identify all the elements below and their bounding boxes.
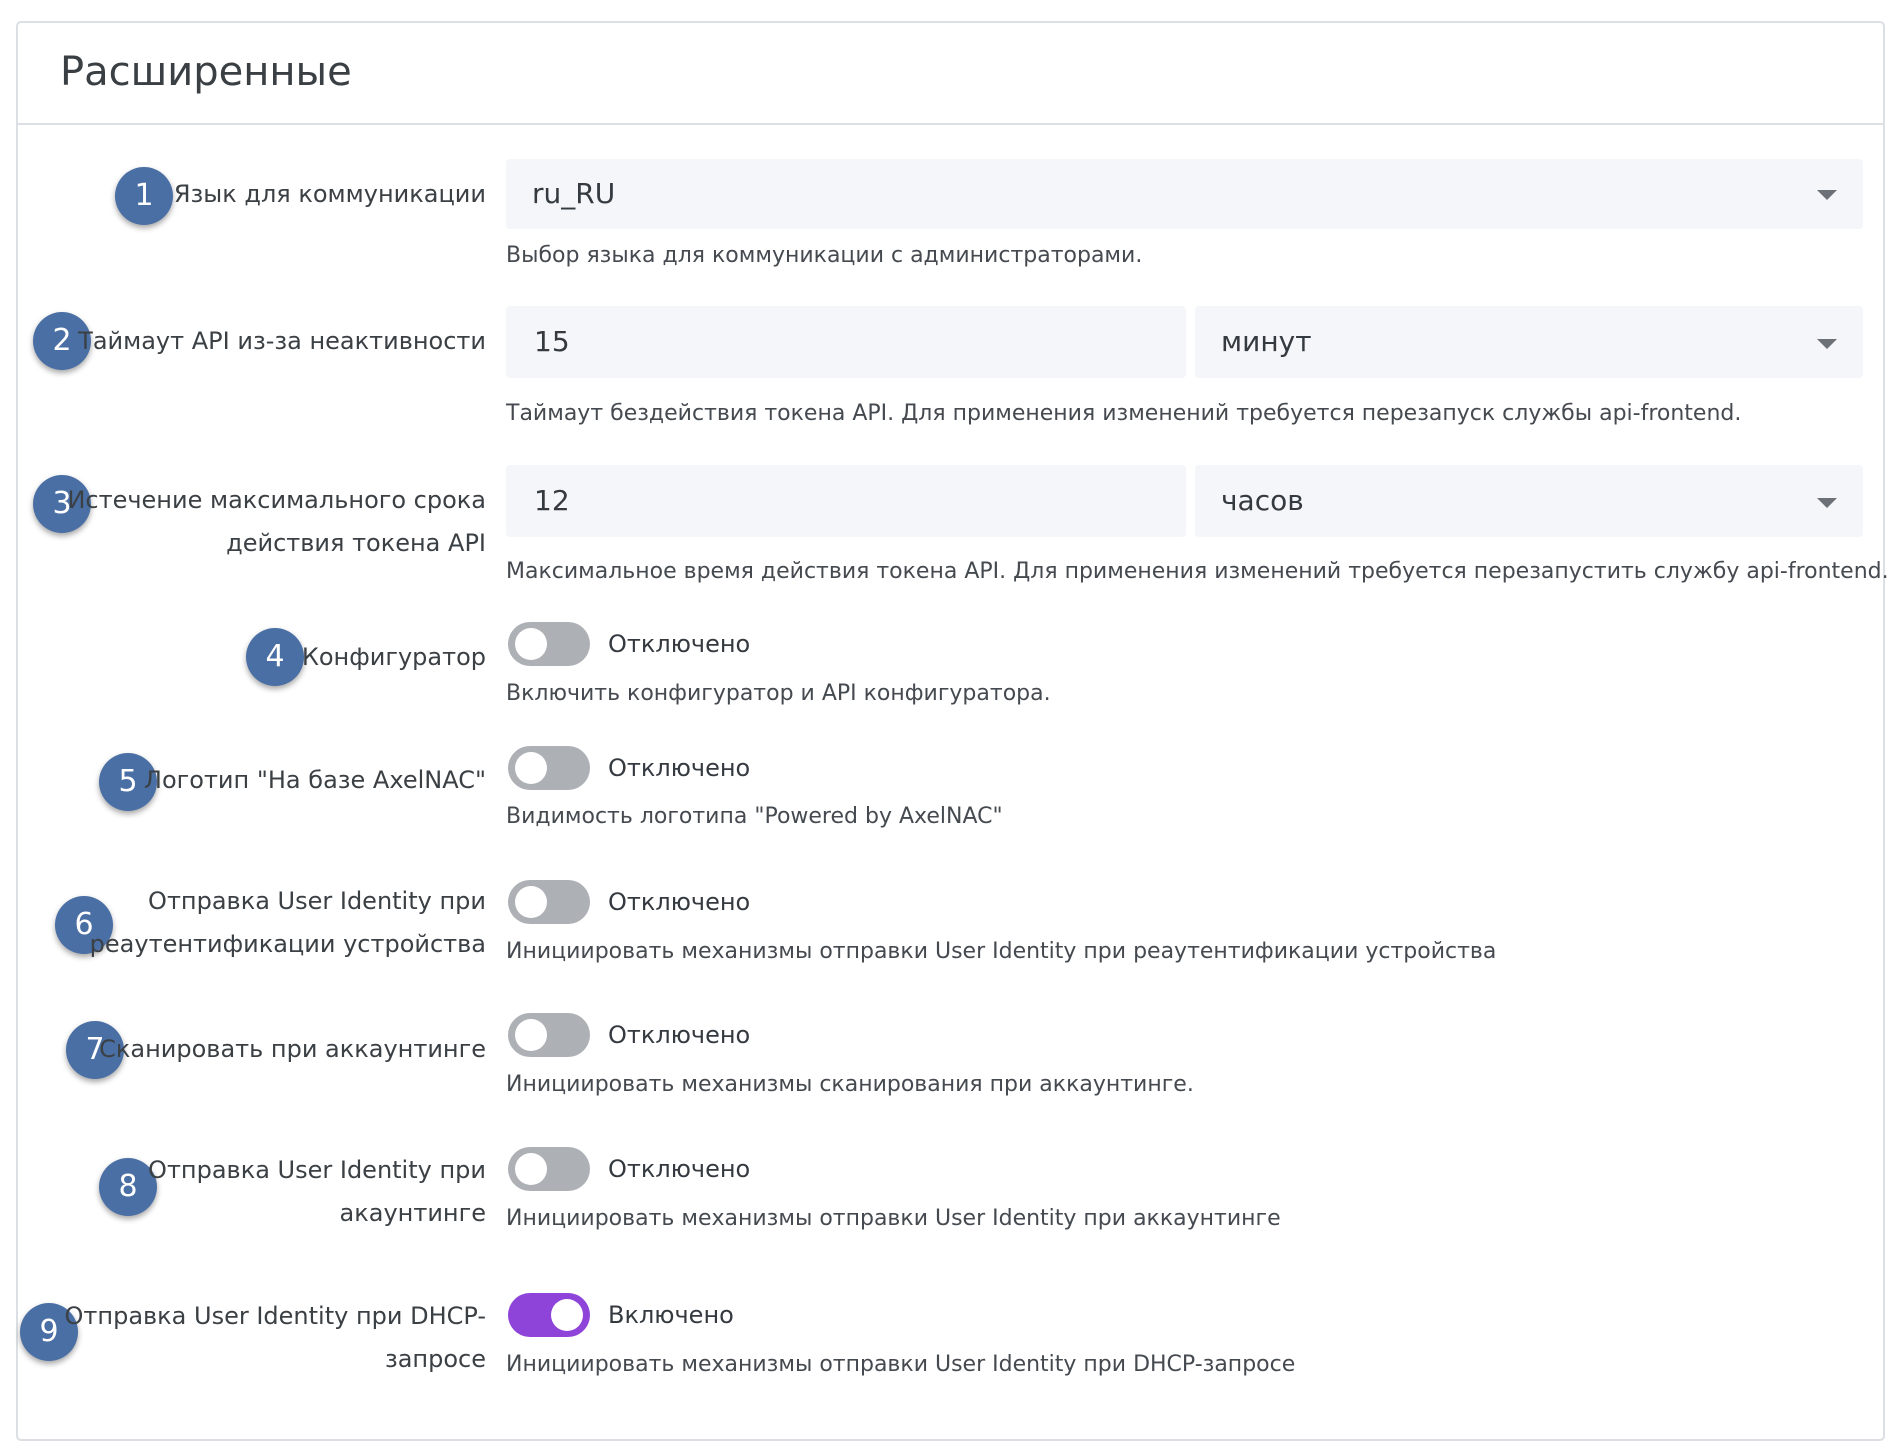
language-select-value: ru_RU — [532, 177, 616, 210]
accounting-identity-toggle[interactable] — [508, 1147, 590, 1191]
accounting-scan-state: Отключено — [608, 1021, 751, 1049]
accounting-scan-help: Инициировать механизмы сканирования при … — [506, 1072, 1194, 1097]
logo-help: Видимость логотипа "Powered by AxelNAC" — [506, 804, 1003, 829]
step-badge-4: 4 — [246, 628, 304, 686]
api-timeout-value: 15 — [534, 325, 570, 358]
accounting-identity-label-line2: акаунтинге — [339, 1199, 486, 1227]
configurator-toggle[interactable] — [508, 622, 590, 666]
toggle-knob — [515, 752, 547, 784]
reauth-identity-label-line2: реаутентификации устройства — [89, 930, 486, 958]
logo-toggle[interactable] — [508, 746, 590, 790]
logo-state: Отключено — [608, 754, 751, 782]
reauth-identity-toggle[interactable] — [508, 880, 590, 924]
api-timeout-label: Таймаут API из-за неактивности — [78, 327, 486, 355]
api-timeout-input[interactable]: 15 — [506, 306, 1186, 378]
token-expiry-unit-value: часов — [1221, 484, 1304, 517]
configurator-label: Конфигуратор — [301, 643, 486, 671]
token-expiry-help: Максимальное время действия токена API. … — [506, 559, 1889, 584]
dhcp-identity-help: Инициировать механизмы отправки User Ide… — [506, 1352, 1296, 1377]
accounting-scan-label: Сканировать при аккаунтинге — [99, 1035, 486, 1063]
accounting-scan-toggle[interactable] — [508, 1013, 590, 1057]
configurator-help: Включить конфигуратор и API конфигуратор… — [506, 681, 1051, 706]
chevron-down-icon — [1817, 498, 1837, 508]
logo-label: Логотип "На базе AxelNAC" — [143, 766, 486, 794]
chevron-down-icon — [1817, 190, 1837, 200]
chevron-down-icon — [1817, 339, 1837, 349]
token-expiry-unit-select[interactable]: часов — [1195, 465, 1863, 537]
section-title: Расширенные — [60, 49, 352, 95]
language-select[interactable]: ru_RU — [506, 159, 1863, 229]
language-label: Язык для коммуникации — [173, 180, 486, 208]
token-expiry-input[interactable]: 12 — [506, 465, 1186, 537]
toggle-knob — [515, 628, 547, 660]
language-help: Выбор языка для коммуникации с администр… — [506, 243, 1143, 268]
toggle-knob — [515, 886, 547, 918]
accounting-identity-help: Инициировать механизмы отправки User Ide… — [506, 1206, 1281, 1231]
step-badge-1: 1 — [115, 167, 173, 225]
token-expiry-value: 12 — [534, 484, 570, 517]
api-timeout-help: Таймаут бездействия токена API. Для прим… — [506, 401, 1742, 426]
api-timeout-unit-value: минут — [1221, 325, 1312, 358]
reauth-identity-help: Инициировать механизмы отправки User Ide… — [506, 939, 1497, 964]
card-header: Расширенные — [18, 23, 1883, 125]
toggle-knob — [515, 1019, 547, 1051]
accounting-identity-state: Отключено — [608, 1155, 751, 1183]
token-expiry-label-line2: действия токена API — [226, 529, 486, 557]
configurator-state: Отключено — [608, 630, 751, 658]
toggle-knob — [515, 1153, 547, 1185]
dhcp-identity-label-line2: запросе — [384, 1345, 486, 1373]
dhcp-identity-toggle[interactable] — [508, 1293, 590, 1337]
toggle-knob — [551, 1299, 583, 1331]
dhcp-identity-state: Включено — [608, 1301, 734, 1329]
dhcp-identity-label-line1: Отправка User Identity при DHCP- — [64, 1302, 486, 1330]
api-timeout-unit-select[interactable]: минут — [1195, 306, 1863, 378]
reauth-identity-label-line1: Отправка User Identity при — [148, 887, 486, 915]
reauth-identity-state: Отключено — [608, 888, 751, 916]
token-expiry-label-line1: Истечение максимального срока — [67, 486, 486, 514]
accounting-identity-label-line1: Отправка User Identity при — [148, 1156, 486, 1184]
